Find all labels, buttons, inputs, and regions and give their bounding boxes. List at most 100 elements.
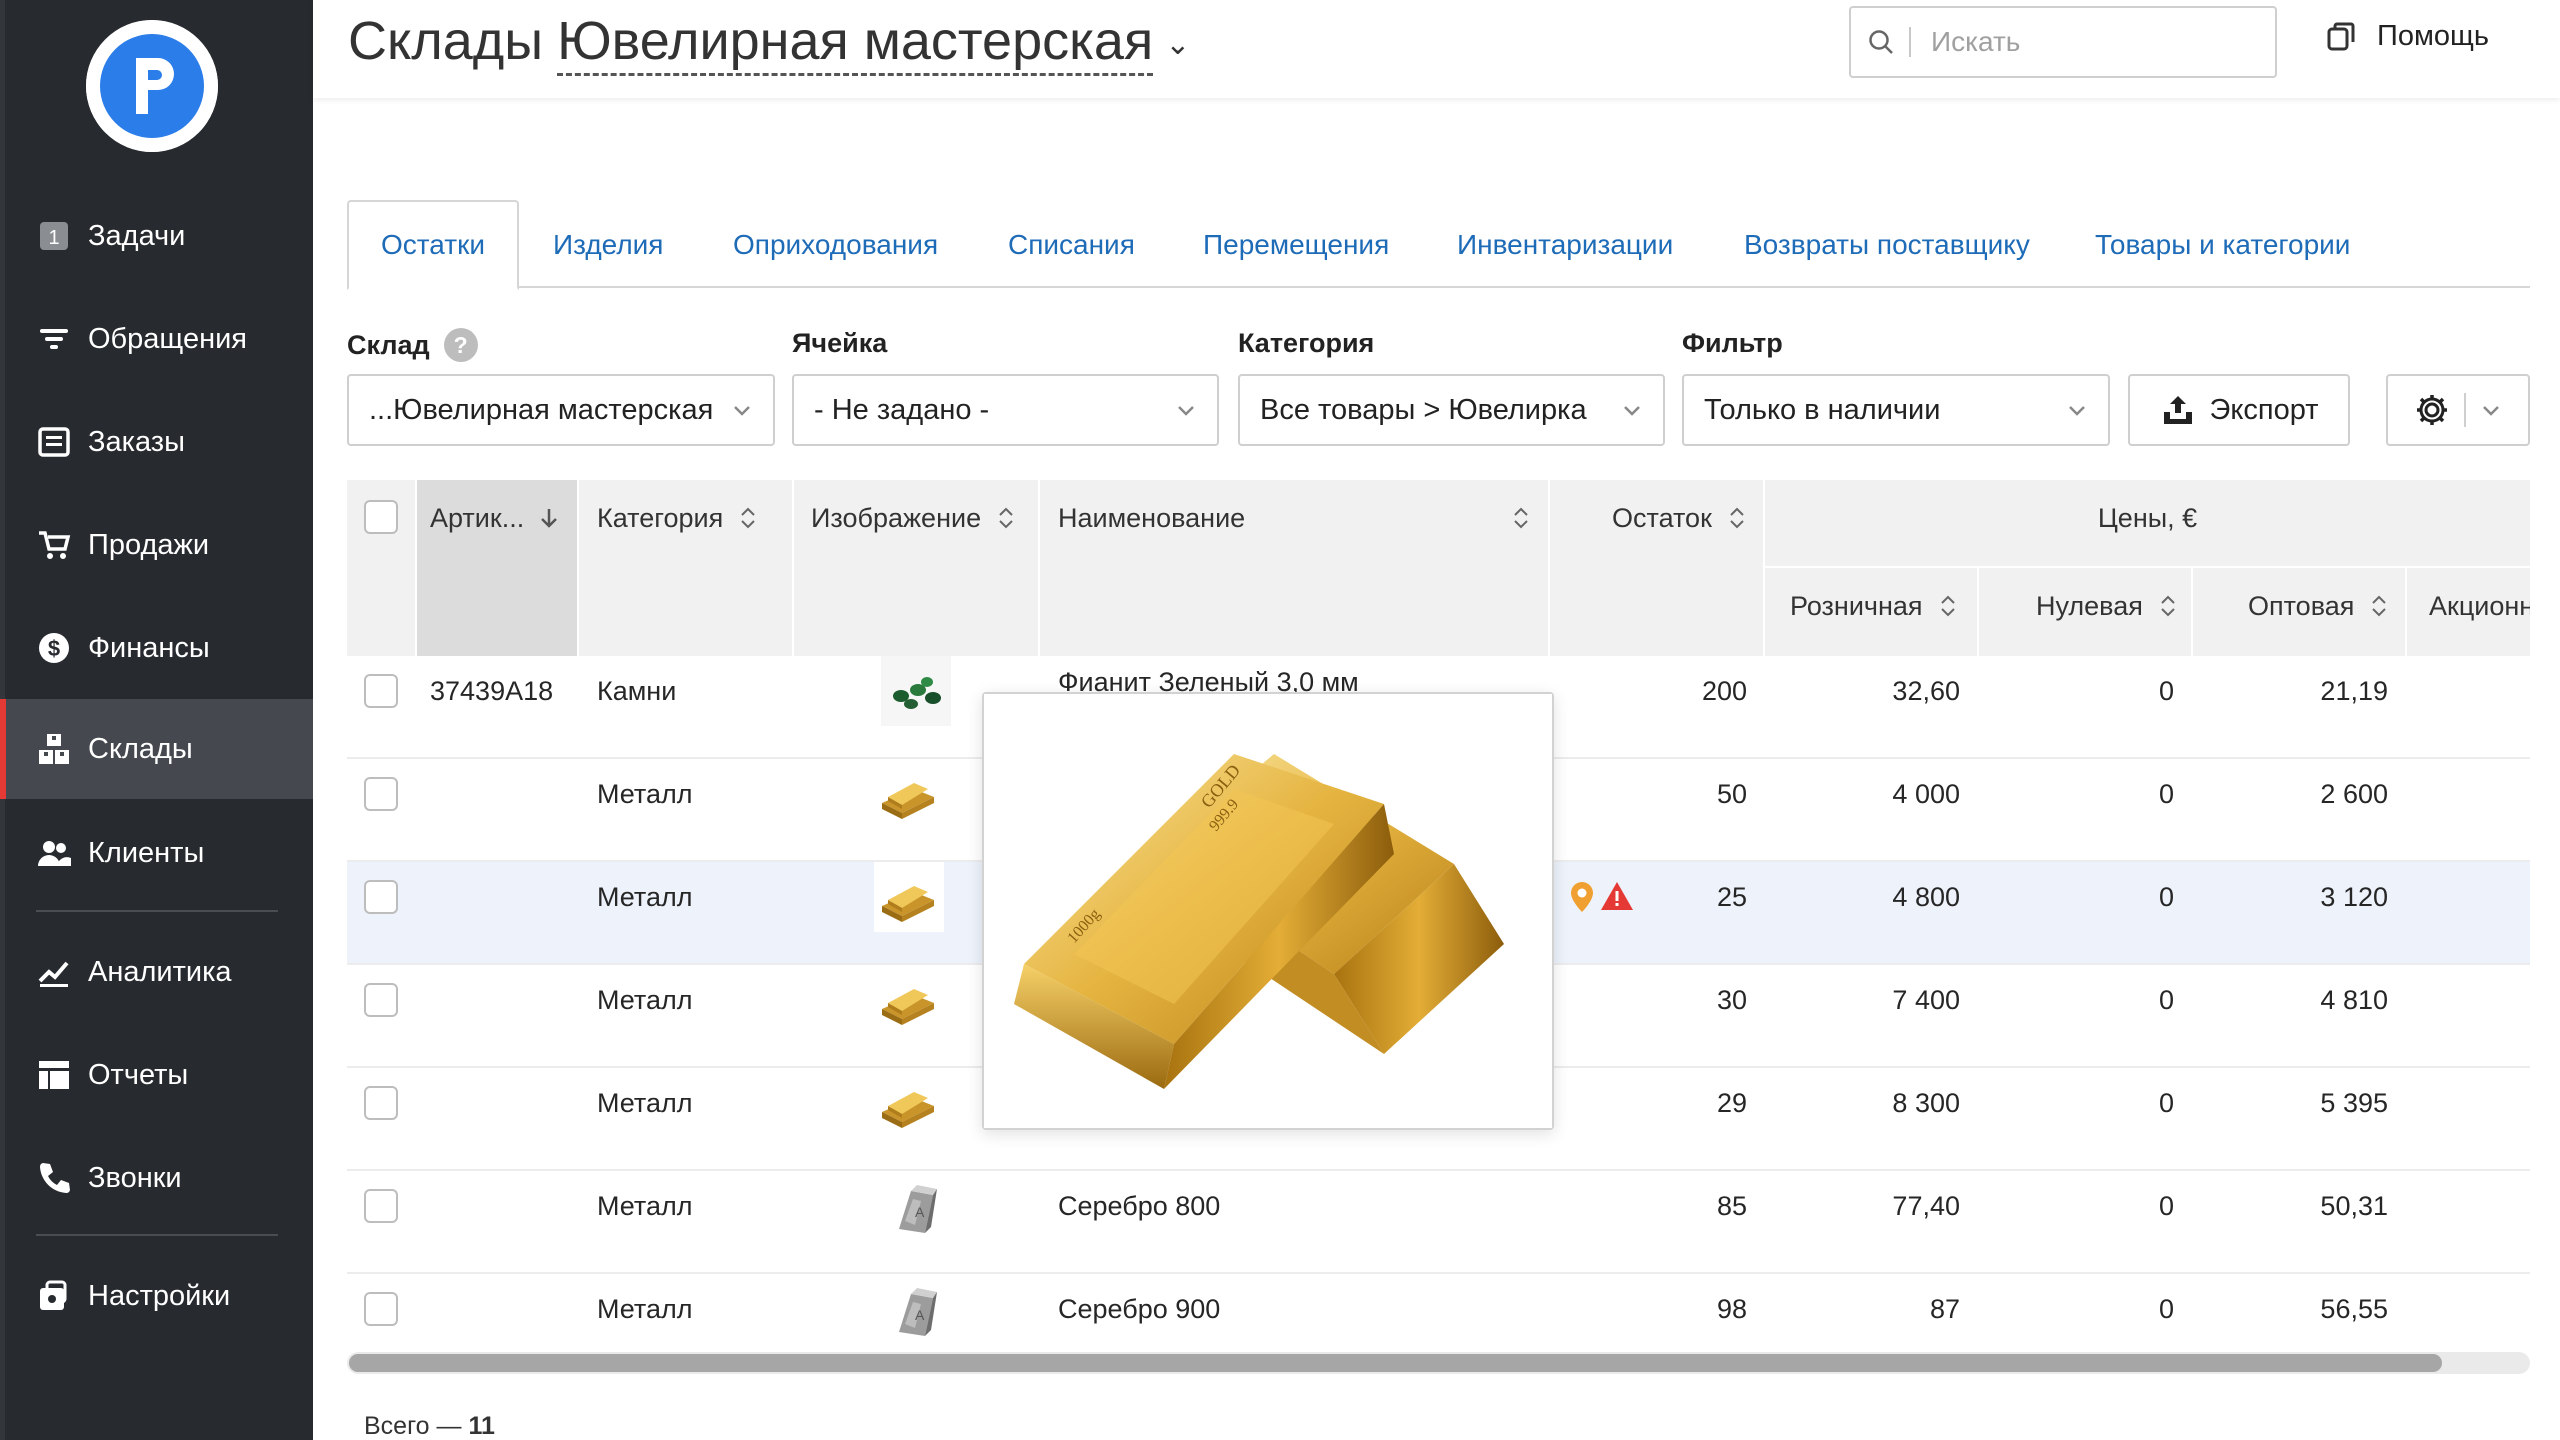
cell-zero: 0 — [2158, 1087, 2174, 1118]
cell-zero: 0 — [2158, 881, 2174, 912]
row-checkbox[interactable] — [364, 674, 398, 708]
sidebar-item-orders[interactable]: Заказы — [0, 392, 313, 492]
svg-text:A: A — [915, 1307, 925, 1323]
row-checkbox[interactable] — [364, 1292, 398, 1326]
sidebar-item-settings[interactable]: Настройки — [0, 1246, 313, 1346]
sidebar-item-finance[interactable]: $ Финансы — [0, 598, 313, 698]
export-label: Экспорт — [2209, 393, 2319, 426]
sidebar-item-clients[interactable]: Клиенты — [0, 803, 313, 903]
cell-stock: 29 — [1716, 1087, 1747, 1118]
tab-bar: Остатки Изделия Оприходования Списания П… — [347, 200, 2530, 290]
row-checkbox[interactable] — [364, 1189, 398, 1223]
tab-write-offs[interactable]: Списания — [1008, 200, 1135, 290]
col-divider — [415, 480, 417, 656]
warehouse-select-value: ...Ювелирная мастерская — [369, 393, 714, 426]
column-name[interactable]: Наименование — [1058, 498, 1878, 538]
green-stones-thumbnail[interactable] — [881, 656, 951, 726]
scrollbar-thumb[interactable] — [349, 1354, 2442, 1372]
cell-retail: 4 800 — [1892, 881, 1960, 912]
tab-inventories[interactable]: Инвентаризации — [1457, 200, 1673, 290]
cell-select[interactable]: - Не задано - — [792, 374, 1219, 446]
help-button[interactable]: Помощь — [2325, 20, 2489, 53]
sidebar-item-reports[interactable]: Отчеты — [0, 1025, 313, 1125]
phone-icon — [36, 1160, 72, 1196]
warehouse-select[interactable]: ...Ювелирная мастерская — [347, 374, 775, 446]
column-category[interactable]: Категория — [597, 498, 759, 538]
horizontal-scrollbar[interactable] — [347, 1352, 2530, 1374]
tab-stock[interactable]: Остатки — [347, 200, 519, 290]
sidebar-item-label: Продажи — [88, 528, 210, 561]
sort-icon[interactable] — [1510, 506, 1532, 530]
settings-dropdown-button[interactable] — [2386, 374, 2530, 446]
col-divider — [1038, 480, 1040, 656]
silver-bar-thumbnail[interactable]: A — [881, 1171, 951, 1241]
cell-wholesale: 21,19 — [2320, 675, 2388, 706]
app-logo[interactable] — [86, 20, 218, 152]
export-button[interactable]: Экспорт — [2128, 374, 2350, 446]
table-row[interactable]: Металл A Серебро 900 98 87 0 56,55 — [347, 1274, 2530, 1350]
silver-bar-thumbnail[interactable]: A — [881, 1274, 951, 1344]
column-retail[interactable]: Розничная — [1790, 586, 1959, 626]
tab-supplier-returns[interactable]: Возвраты поставщику — [1744, 200, 2030, 290]
gold-bar-thumbnail[interactable] — [874, 965, 944, 1035]
tab-receipts[interactable]: Оприходования — [733, 200, 938, 290]
gold-bar-thumbnail[interactable] — [874, 759, 944, 829]
column-promo[interactable]: Акционн — [2429, 586, 2530, 626]
availability-select[interactable]: Только в наличии — [1682, 374, 2110, 446]
sidebar-item-warehouses[interactable]: Склады — [0, 699, 313, 799]
tab-transfers[interactable]: Перемещения — [1203, 200, 1389, 290]
cell-name: Серебро 900 — [1058, 1293, 1221, 1324]
table-row[interactable]: Металл A Серебро 800 85 77,40 0 50,31 — [347, 1171, 2530, 1274]
cell-zero: 0 — [2158, 1293, 2174, 1324]
row-checkbox[interactable] — [364, 880, 398, 914]
column-label: Нулевая — [2036, 590, 2143, 621]
chevron-down-icon[interactable]: ⌄ — [1165, 28, 1190, 61]
arrow-down-icon — [541, 509, 558, 528]
sidebar-item-calls[interactable]: Звонки — [0, 1128, 313, 1228]
svg-text:A: A — [915, 1204, 925, 1220]
sidebar-item-label: Заказы — [88, 425, 185, 458]
tasks-icon: 1 — [36, 218, 72, 254]
row-checkbox[interactable] — [364, 1086, 398, 1120]
column-label: Наименование — [1058, 502, 1246, 533]
sidebar-item-label: Склады — [88, 732, 193, 765]
column-image[interactable]: Изображение — [811, 498, 1017, 538]
help-label: Помощь — [2377, 20, 2490, 52]
availability-select-value: Только в наличии — [1704, 393, 1941, 426]
tab-goods-categories[interactable]: Товары и категории — [2095, 200, 2350, 290]
sidebar-item-analytics[interactable]: Аналитика — [0, 922, 313, 1022]
sidebar-item-requests[interactable]: Обращения — [0, 289, 313, 389]
column-zero[interactable]: Нулевая — [2036, 586, 2179, 626]
gold-bar-thumbnail[interactable] — [874, 862, 944, 932]
cell-name: Серебро 800 — [1058, 1190, 1221, 1221]
row-checkbox[interactable] — [364, 983, 398, 1017]
sidebar-item-label: Обращения — [88, 322, 248, 355]
sidebar: 1 Задачи Обращения Заказы Продажи $ Фина… — [0, 0, 313, 1440]
sort-icon — [1940, 595, 1955, 617]
help-question-icon[interactable]: ? — [443, 328, 478, 362]
sidebar-item-sales[interactable]: Продажи — [0, 495, 313, 595]
sort-icon — [741, 507, 755, 529]
row-checkbox[interactable] — [364, 777, 398, 811]
col-divider — [1977, 568, 1979, 656]
category-select[interactable]: Все товары > Ювелирка — [1238, 374, 1665, 446]
tab-products[interactable]: Изделия — [553, 200, 663, 290]
chevron-down-icon — [734, 406, 750, 416]
search-box[interactable] — [1849, 6, 2277, 78]
cell-category: Металл — [597, 778, 693, 809]
column-wholesale[interactable]: Оптовая — [2248, 586, 2390, 626]
store-selector[interactable]: Ювелирная мастерская — [557, 11, 1154, 76]
search-input[interactable] — [1931, 26, 2231, 58]
category-select-value: Все товары > Ювелирка — [1260, 393, 1587, 426]
column-stock[interactable]: Остаток — [1612, 498, 1748, 538]
gold-bar-thumbnail[interactable] — [874, 1068, 944, 1138]
sidebar-item-tasks[interactable]: 1 Задачи — [0, 186, 313, 286]
cell-wholesale: 56,55 — [2320, 1293, 2388, 1324]
cell-stock: 25 — [1716, 881, 1747, 912]
cell-category: Камни — [597, 675, 677, 706]
col-divider — [2405, 568, 2407, 656]
select-all-checkbox[interactable] — [364, 500, 398, 534]
total-label: Всего — — [364, 1412, 462, 1440]
column-article[interactable]: Артик... — [430, 498, 560, 538]
table-header: Артик... Категория Изображение Наименова… — [347, 480, 2530, 656]
